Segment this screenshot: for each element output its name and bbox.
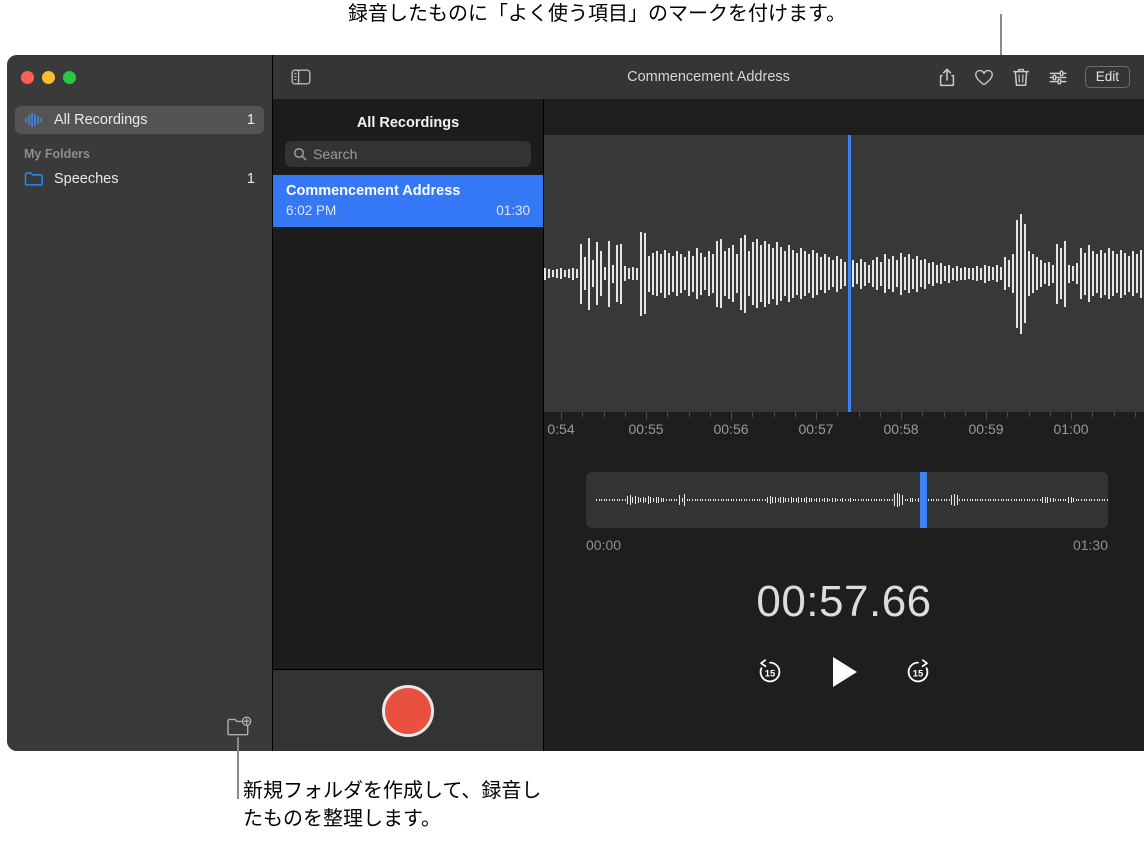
heart-icon[interactable] [974, 67, 994, 88]
titlebar-left-region [7, 55, 272, 99]
ruler-tick-minor [858, 412, 860, 417]
overview-block: 00:00 01:30 [586, 472, 1108, 553]
ruler-tick-minor [752, 412, 754, 417]
ruler-tick [731, 412, 732, 420]
search-input[interactable] [313, 146, 523, 162]
callout-top-text: 録音したものに「よく使う項目」のマークを付けます。 [348, 3, 846, 25]
sidebar: All Recordings 1 My Folders Speeches 1 [7, 99, 272, 751]
sidebar-item-label: Speeches [54, 171, 119, 187]
ruler-label: 00:56 [713, 421, 749, 437]
ruler-tick-minor [1092, 412, 1094, 417]
ruler-label: 00:59 [968, 421, 1004, 437]
overview-labels: 00:00 01:30 [586, 537, 1108, 553]
svg-text:15: 15 [765, 668, 775, 679]
ruler-tick-minor [1028, 412, 1030, 417]
ruler-label: 00:58 [883, 421, 919, 437]
new-folder-icon[interactable] [226, 715, 252, 739]
folder-icon [24, 172, 43, 186]
ruler-tick-minor [879, 412, 881, 417]
callout-top-leader-line [1000, 14, 1002, 57]
search-field[interactable] [285, 141, 531, 167]
recording-meta: 6:02 PM 01:30 [286, 203, 530, 218]
ruler-tick-minor [794, 412, 796, 417]
window-body: All Recordings 1 My Folders Speeches 1 A… [7, 99, 1144, 751]
ruler-tick-minor [837, 412, 839, 417]
sidebar-items: All Recordings 1 My Folders Speeches 1 [7, 99, 272, 193]
ruler-label: 00:57 [798, 421, 834, 437]
minimize-button[interactable] [42, 70, 55, 84]
recording-duration: 01:30 [496, 203, 530, 218]
ruler-tick [561, 412, 562, 420]
ruler-tick-minor [1113, 412, 1115, 417]
overview-start-time: 00:00 [586, 537, 622, 553]
sidebar-item-all-recordings[interactable]: All Recordings 1 [15, 106, 264, 134]
trash-icon[interactable] [1011, 67, 1031, 88]
zoom-button[interactable] [63, 70, 76, 84]
search-icon [293, 147, 307, 161]
recordings-list: Commencement Address 6:02 PM 01:30 [273, 175, 543, 669]
share-icon[interactable] [937, 67, 957, 88]
sidebar-item-count: 1 [246, 171, 255, 187]
waveform-icon [25, 112, 42, 128]
playhead[interactable] [848, 135, 851, 412]
ruler-tick-minor [1134, 412, 1136, 417]
skip-back-15-icon[interactable]: 15 [756, 658, 784, 686]
ruler-tick-minor [582, 412, 584, 417]
sidebar-section-header: My Folders [24, 147, 90, 161]
overview-waveform[interactable] [586, 472, 1108, 528]
skip-forward-15-icon[interactable]: 15 [904, 658, 932, 686]
ruler-tick [901, 412, 902, 420]
recordings-panel: All Recordings Commencement Address 6:02… [272, 99, 544, 751]
recording-time: 6:02 PM [286, 203, 337, 218]
transport-controls: 15 15 [544, 655, 1144, 689]
callout-bottom-leader-line [237, 737, 239, 799]
sidebar-item-speeches[interactable]: Speeches 1 [15, 165, 264, 193]
current-time-display: 00:57.66 [756, 577, 932, 626]
ruler-tick-minor [688, 412, 690, 417]
ruler-tick-minor [624, 412, 626, 417]
edit-button[interactable]: Edit [1084, 65, 1130, 89]
recording-row[interactable]: Commencement Address 6:02 PM 01:30 [273, 175, 543, 227]
recordings-panel-title: All Recordings [356, 115, 460, 131]
overview-playhead[interactable] [920, 472, 928, 528]
ruler-tick-minor [603, 412, 605, 417]
ruler-tick-minor [1007, 412, 1009, 417]
ruler-tick [816, 412, 817, 420]
timeline-ruler[interactable]: 0:5400:5500:5600:5700:5800:5901:0001: [544, 412, 1144, 456]
voice-memos-window: Commencement Address Edit All Recordings… [7, 55, 1144, 751]
play-icon[interactable] [828, 655, 860, 689]
sidebar-item-label: All Recordings [54, 112, 148, 128]
recording-title: Commencement Address [286, 183, 461, 199]
ruler-tick [986, 412, 987, 420]
overview-waveform-bars [586, 479, 1108, 521]
svg-text:15: 15 [913, 668, 923, 679]
overview-end-time: 01:30 [1072, 537, 1108, 553]
detail-panel: 0:5400:5500:5600:5700:5800:5901:0001: 00… [544, 99, 1144, 751]
callout-bottom-text: 新規フォルダを作成して、録音し たものを整理します。 [243, 780, 542, 830]
ruler-tick-minor [773, 412, 775, 417]
record-bar [273, 669, 543, 751]
sidebar-item-count: 1 [246, 112, 255, 128]
toolbar-actions: Edit [937, 65, 1130, 89]
waveform-bars [544, 199, 1144, 349]
record-button[interactable] [382, 684, 434, 737]
ruler-tick-minor [943, 412, 945, 417]
toolbar: Commencement Address Edit [272, 55, 1144, 99]
close-button[interactable] [21, 70, 34, 84]
ruler-label: 00:55 [628, 421, 664, 437]
ruler-label: 0:54 [547, 421, 575, 437]
waveform-view[interactable] [544, 135, 1144, 412]
ruler-tick-minor [964, 412, 966, 417]
sidebar-toggle-icon[interactable] [291, 69, 311, 85]
ruler-tick-minor [1049, 412, 1051, 417]
ruler-tick-minor [709, 412, 711, 417]
ruler-tick-minor [922, 412, 924, 417]
window-titlebar: Commencement Address Edit [7, 55, 1144, 99]
ruler-tick [1071, 412, 1072, 420]
ruler-tick [646, 412, 647, 420]
ruler-label: 01:00 [1053, 421, 1089, 437]
ruler-tick-minor [667, 412, 669, 417]
sliders-icon[interactable] [1048, 67, 1068, 88]
